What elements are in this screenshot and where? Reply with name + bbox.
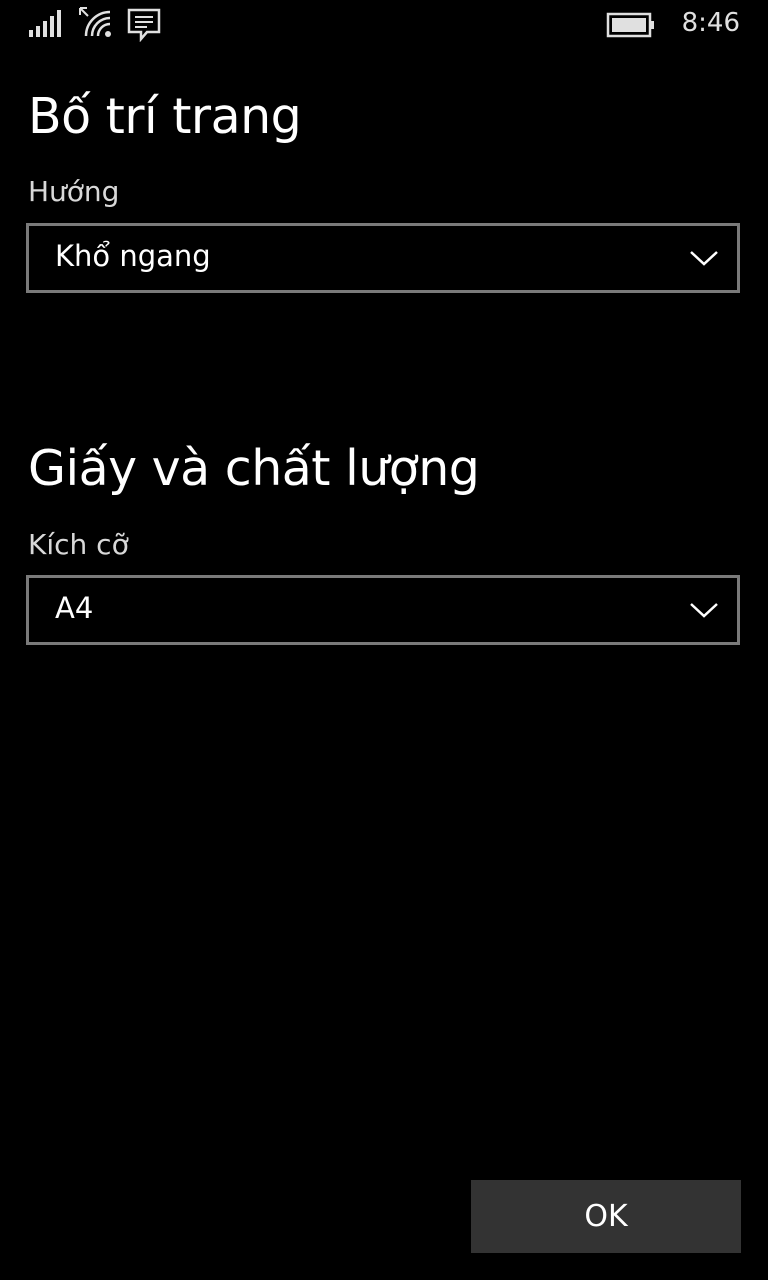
wifi-icon: [78, 6, 114, 44]
orientation-label: Hướng: [28, 175, 120, 208]
chevron-down-icon: [689, 248, 719, 268]
ok-button[interactable]: OK: [471, 1180, 741, 1253]
size-value: A4: [55, 591, 94, 625]
paper-quality-title: Giấy và chất lượng: [28, 440, 480, 497]
clock: 8:46: [681, 8, 740, 38]
print-settings-screen: 8:46 Bố trí trang Hướng Khổ ngang Giấy v…: [0, 0, 768, 1280]
page-layout-title: Bố trí trang: [28, 88, 302, 145]
signal-icon: [28, 6, 62, 44]
orientation-dropdown[interactable]: Khổ ngang: [26, 223, 740, 293]
status-bar: 8:46: [0, 0, 768, 50]
size-label: Kích cỡ: [28, 528, 129, 561]
orientation-value: Khổ ngang: [55, 239, 211, 273]
chevron-down-icon: [689, 600, 719, 620]
size-dropdown[interactable]: A4: [26, 575, 740, 645]
message-icon: [127, 6, 161, 46]
battery-icon: [606, 12, 656, 42]
